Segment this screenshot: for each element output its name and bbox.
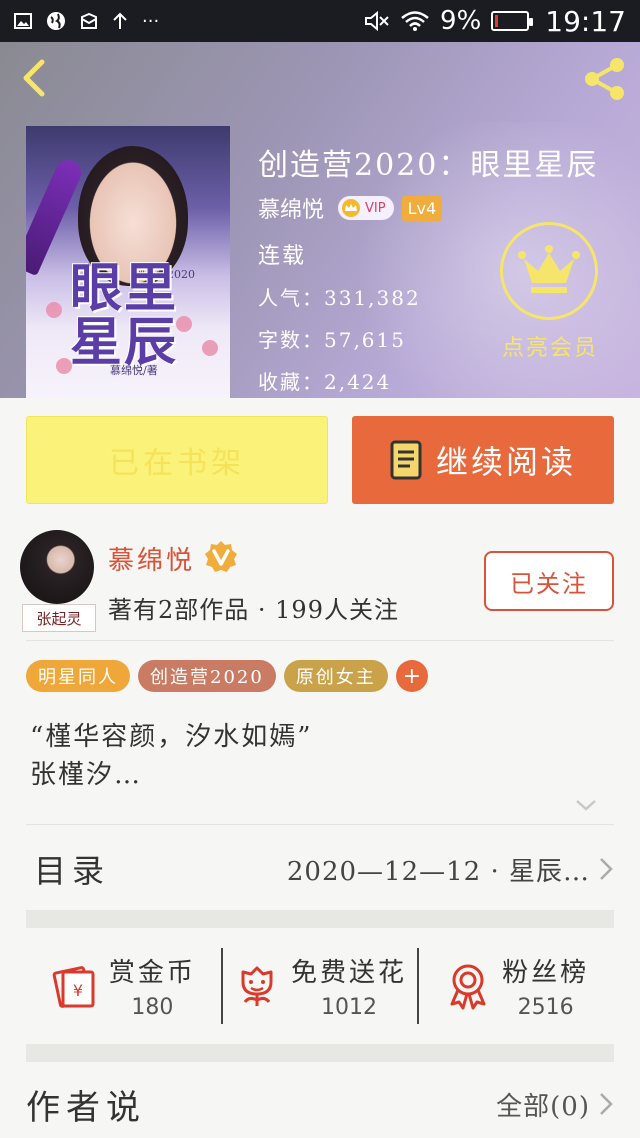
share-icon[interactable] — [582, 56, 628, 102]
author-row: 慕绵悦 VIP Lv4 — [258, 192, 443, 224]
view-all-link[interactable]: 全部(0) — [496, 1086, 590, 1123]
book-icon — [390, 440, 422, 480]
divider — [26, 640, 614, 641]
cover-title-text: 眼里星辰 — [70, 258, 179, 373]
avatar-caption: 张起灵 — [22, 604, 96, 632]
member-label: 点亮会员 — [501, 336, 598, 361]
intro-line: “槿华容颜，汐水如嫣” — [30, 722, 313, 752]
book-author[interactable]: 慕绵悦 — [258, 192, 324, 224]
stat-value: 2516 — [517, 995, 574, 1020]
latest-chapter: 2020—12—12 · 星辰… — [286, 856, 590, 887]
tag-celebrity-fanfic[interactable]: 明星同人 — [26, 660, 130, 692]
mail-icon — [81, 13, 97, 29]
follow-button[interactable]: 已关注 — [484, 551, 614, 611]
stats-bar: ¥ 赏金币 180 免费送花 1012 粉丝榜 2516 — [26, 928, 614, 1044]
section-separator — [26, 910, 614, 928]
tag-list: 明星同人 创造营2020 原创女主 + — [26, 660, 428, 692]
fan-ranking-button[interactable]: 粉丝榜 2516 — [417, 948, 614, 1024]
author-name[interactable]: 慕绵悦 — [108, 540, 195, 577]
svg-text:¥: ¥ — [73, 981, 83, 1000]
table-of-contents-row[interactable]: 目录 2020—12—12 · 星辰… — [26, 830, 614, 908]
author-avatar[interactable] — [20, 530, 94, 604]
battery-icon — [491, 11, 534, 31]
flower-icon — [241, 966, 273, 1006]
wifi-icon — [401, 11, 429, 31]
member-button[interactable]: 点亮会员 — [500, 222, 600, 362]
author-says-title: 作者说 — [26, 1087, 146, 1128]
chevron-right-icon — [600, 858, 613, 880]
add-tag-button[interactable]: + — [395, 660, 428, 692]
clock: 19:17 — [545, 4, 626, 38]
gallery-icon — [14, 13, 32, 29]
crown-icon — [342, 199, 361, 217]
back-arrow-icon[interactable] — [16, 58, 56, 98]
status-bar: ··· 9% 19:17 — [0, 0, 640, 42]
continue-reading-label: 继续阅读 — [435, 443, 576, 481]
red-envelope-icon: ¥ — [52, 966, 95, 1008]
tag-chuang-2020[interactable]: 创造营2020 — [138, 660, 276, 692]
mute-icon — [365, 10, 389, 32]
cover-author-text: 慕绵悦/著 — [110, 364, 158, 377]
stat-label: 免费送花 — [291, 958, 408, 988]
section-separator — [26, 1044, 614, 1062]
vip-badge: VIP — [338, 196, 394, 220]
level-badge: Lv4 — [401, 195, 443, 221]
book-cover[interactable]: 创造营2020 眼里星辰 慕绵悦/著 — [26, 126, 230, 398]
reward-coins-button[interactable]: ¥ 赏金币 180 — [26, 948, 221, 1024]
author-info: 著有2部作品 · 199人关注 — [108, 596, 399, 624]
stat-label: 赏金币 — [108, 958, 196, 988]
stat-value: 180 — [131, 995, 174, 1020]
upload-icon — [113, 12, 127, 29]
member-crown-icon — [500, 222, 598, 320]
toc-label: 目录 — [34, 852, 111, 890]
stat-label: 粉丝榜 — [502, 958, 590, 988]
notification-icons: ··· — [14, 11, 159, 32]
chevron-down-icon[interactable] — [574, 796, 598, 814]
stat-value: 1012 — [321, 995, 377, 1020]
book-title: 创造营2020：眼里星辰 — [258, 148, 599, 183]
serial-status: 连载 — [258, 244, 307, 269]
verified-v-icon — [205, 541, 237, 572]
popularity: 人气：331,382 — [258, 286, 421, 310]
send-flowers-button[interactable]: 免费送花 1012 — [220, 948, 418, 1024]
battery-percent: 9% — [440, 6, 482, 36]
word-count: 字数：57,615 — [258, 328, 406, 352]
chevron-right-icon — [600, 1093, 613, 1115]
intro-line: 张槿汐… — [30, 760, 143, 790]
book-intro: “槿华容颜，汐水如嫣” 张槿汐… — [30, 718, 313, 794]
tag-original-heroine[interactable]: 原创女主 — [283, 660, 388, 692]
favorites-count: 收藏：2,424 — [258, 370, 392, 394]
on-shelf-button[interactable]: 已在书架 — [26, 416, 328, 504]
author-says-row[interactable]: 作者说 全部(0) — [26, 1070, 614, 1138]
book-header: 创造营2020 眼里星辰 慕绵悦/著 创造营2020：眼里星辰 慕绵悦 VIP … — [0, 42, 640, 398]
globe-icon — [47, 12, 65, 30]
more-notifications-icon: ··· — [142, 10, 160, 32]
continue-reading-button[interactable]: 继续阅读 — [352, 416, 614, 504]
divider — [26, 824, 614, 825]
award-ribbon-icon — [450, 964, 486, 1010]
